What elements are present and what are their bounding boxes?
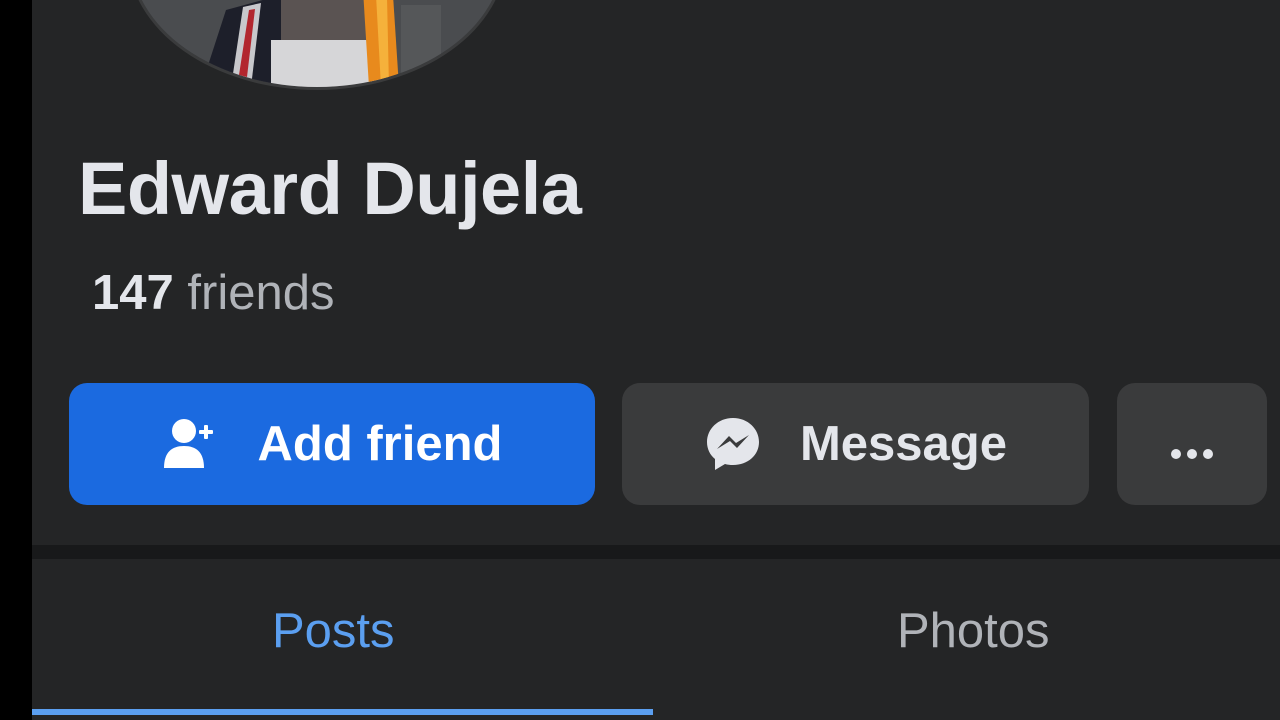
friends-label: friends: [187, 266, 335, 320]
add-friend-icon: [162, 416, 218, 472]
add-friend-button[interactable]: Add friend: [69, 383, 595, 505]
avatar-photo: [131, 0, 503, 87]
section-divider: [32, 545, 1280, 559]
profile-name: Edward Dujela: [78, 147, 582, 230]
friends-count: 147: [92, 266, 174, 320]
profile-screen: Edward Dujela 147 friends Add friend Mes…: [32, 0, 1280, 720]
message-label: Message: [799, 417, 1007, 471]
active-tab-indicator: [32, 709, 653, 715]
more-horizontal-icon: [1170, 416, 1214, 472]
message-button[interactable]: Message: [622, 383, 1089, 505]
messenger-icon: [704, 415, 762, 473]
friends-summary[interactable]: 147 friends: [92, 265, 334, 321]
add-friend-label: Add friend: [257, 417, 503, 471]
profile-tabs: Posts Photos: [32, 559, 1280, 720]
profile-avatar[interactable]: [128, 0, 506, 90]
tab-photos[interactable]: Photos: [897, 603, 1050, 659]
more-options-button[interactable]: [1117, 383, 1267, 505]
tab-posts[interactable]: Posts: [272, 603, 395, 659]
